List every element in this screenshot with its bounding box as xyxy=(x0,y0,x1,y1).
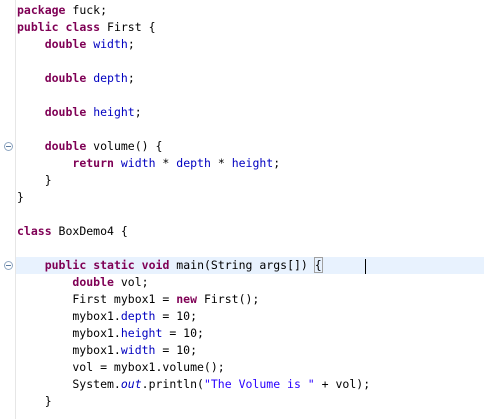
code-token: fuck; xyxy=(65,3,108,17)
code-token: First { xyxy=(100,20,156,34)
keyword-token: double xyxy=(44,71,87,85)
keyword-token: double xyxy=(44,37,87,51)
keyword-token: public xyxy=(44,258,87,272)
field-token: width xyxy=(120,343,156,357)
code-line[interactable]: mybox1.width = 10; xyxy=(17,342,484,359)
code-token: First mybox1 = xyxy=(17,292,177,306)
code-token: BoxDemo4 { xyxy=(51,224,128,238)
field-token: out xyxy=(120,377,142,391)
code-token: ; xyxy=(127,71,135,85)
code-line[interactable]: class BoxDemo4 { xyxy=(17,223,484,240)
code-line[interactable] xyxy=(17,206,484,223)
code-line[interactable] xyxy=(17,121,484,138)
code-token: mybox1. xyxy=(17,326,121,340)
code-token: vol = mybox1.volume(); xyxy=(17,360,225,374)
field-token: width xyxy=(120,156,156,170)
code-line[interactable]: mybox1.depth = 10; xyxy=(17,308,484,325)
code-token: * xyxy=(210,156,232,170)
keyword-token: class xyxy=(65,20,101,34)
code-line[interactable]: } xyxy=(17,189,484,206)
keyword-token: class xyxy=(17,224,52,238)
code-token: * xyxy=(155,156,177,170)
code-line[interactable] xyxy=(17,240,484,257)
code-line[interactable]: mybox1.height = 10; xyxy=(17,325,484,342)
code-token: volume() { xyxy=(86,139,163,153)
code-line[interactable]: First mybox1 = new First(); xyxy=(17,291,484,308)
code-token: } xyxy=(17,394,52,408)
field-token: height xyxy=(231,156,274,170)
field-token: depth xyxy=(176,156,211,170)
code-line[interactable]: System.out.println("The Volume is " + vo… xyxy=(17,376,484,393)
field-token: width xyxy=(93,37,128,51)
code-line[interactable]: double volume() { xyxy=(17,138,484,155)
fold-collapse-icon[interactable] xyxy=(4,142,13,151)
keyword-token: package xyxy=(17,3,66,17)
code-token: ; xyxy=(134,105,142,119)
keyword-token: void xyxy=(141,258,170,272)
keyword-token: double xyxy=(72,275,114,289)
code-line[interactable]: public class First { xyxy=(17,19,484,36)
code-line[interactable]: } xyxy=(17,393,484,410)
code-token: + vol); xyxy=(314,377,371,391)
text-caret xyxy=(365,259,366,274)
code-editor[interactable]: package fuck; public class First { double… xyxy=(0,0,484,419)
code-line[interactable]: double width; xyxy=(17,36,484,53)
code-token: vol; xyxy=(113,275,149,289)
code-token: } xyxy=(17,173,52,187)
code-line[interactable]: double height; xyxy=(17,104,484,121)
code-token: ; xyxy=(273,156,281,170)
code-token: mybox1. xyxy=(17,309,121,323)
code-line[interactable]: public static void main(String args[]) { xyxy=(16,257,484,274)
code-token: System. xyxy=(17,377,121,391)
keyword-token: return xyxy=(72,156,114,170)
string-token: "The Volume is " xyxy=(203,377,315,391)
keyword-token: public xyxy=(17,20,59,34)
code-token: = 10; xyxy=(155,309,198,323)
field-token: height xyxy=(93,105,135,119)
code-token: ; xyxy=(127,37,135,51)
code-token: mybox1. xyxy=(17,343,121,357)
field-token: depth xyxy=(120,309,156,323)
keyword-token: new xyxy=(176,292,198,306)
code-line[interactable]: package fuck; xyxy=(17,2,484,19)
fold-collapse-icon[interactable] xyxy=(4,261,13,270)
code-line[interactable] xyxy=(17,87,484,104)
code-line[interactable]: double vol; xyxy=(17,274,484,291)
keyword-token: double xyxy=(44,105,87,119)
code-line[interactable]: } xyxy=(17,172,484,189)
code-token: .println( xyxy=(141,377,204,391)
field-token: height xyxy=(120,326,163,340)
code-token: { xyxy=(313,257,323,273)
code-token: = 10; xyxy=(162,326,204,340)
editor-gutter xyxy=(0,0,16,419)
code-line[interactable]: return width * depth * height; xyxy=(17,155,484,172)
code-token: = 10; xyxy=(155,343,198,357)
keyword-token: double xyxy=(44,139,87,153)
code-token: main(String args[]) xyxy=(169,258,315,272)
code-line[interactable]: double depth; xyxy=(17,70,484,87)
code-token: First(); xyxy=(197,292,260,306)
field-token: depth xyxy=(93,71,128,85)
code-token: } xyxy=(17,190,24,204)
keyword-token: static xyxy=(93,258,135,272)
code-line[interactable]: vol = mybox1.volume(); xyxy=(17,359,484,376)
code-line[interactable] xyxy=(17,53,484,70)
